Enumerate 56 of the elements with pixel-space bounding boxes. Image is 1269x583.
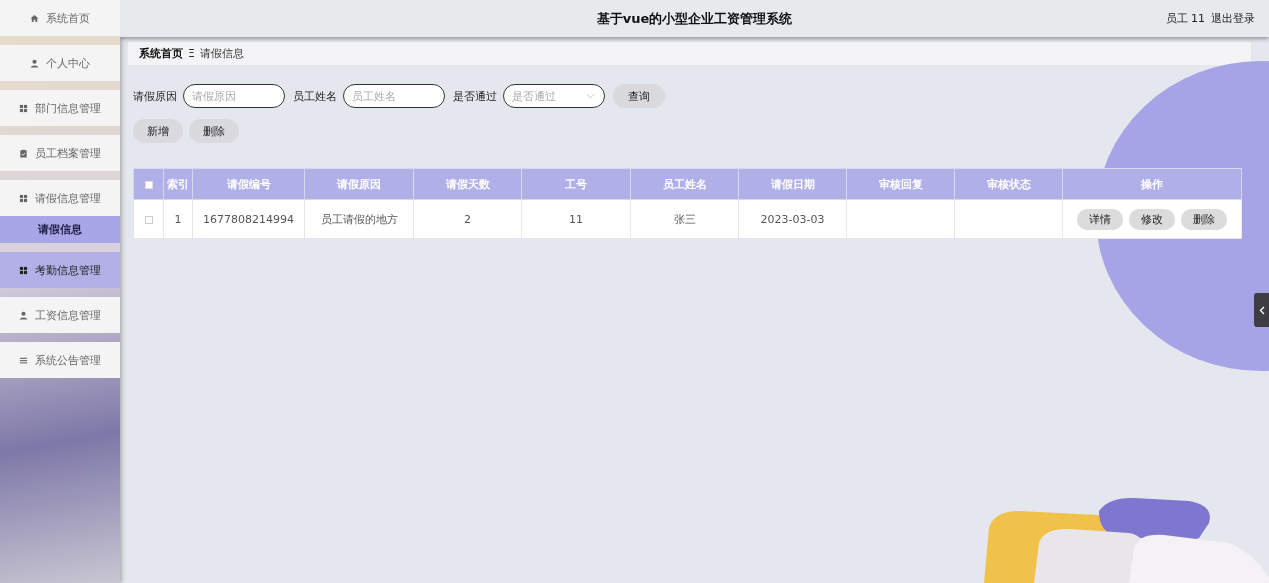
grid-icon <box>19 265 28 275</box>
sidebar-item[interactable]: 工资信息管理 <box>0 297 120 333</box>
row-checkbox[interactable] <box>144 215 153 224</box>
column-header: 员工姓名 <box>630 168 739 200</box>
column-header: 操作 <box>1062 168 1242 200</box>
person-icon <box>19 310 28 320</box>
table-cell: 2023-03-03 <box>738 199 847 239</box>
table-cell: 1677808214994 <box>192 199 305 239</box>
home-icon <box>30 13 39 23</box>
table-cell: 张三 <box>630 199 739 239</box>
row-action-button[interactable]: 修改 <box>1129 208 1175 230</box>
breadcrumb-separator: Ξ <box>188 47 195 60</box>
sidebar-item[interactable]: 系统公告管理 <box>0 342 120 378</box>
add-button[interactable]: 新增 <box>133 119 183 143</box>
input-field[interactable]: 请假原因 <box>183 84 285 108</box>
search-button[interactable]: 查询 <box>613 84 665 108</box>
filter-label: 员工姓名 <box>293 88 337 104</box>
column-header: 请假编号 <box>192 168 305 200</box>
delete-button[interactable]: 删除 <box>189 119 239 143</box>
breadcrumb-item[interactable]: 请假信息 <box>199 46 244 61</box>
table-cell: 员工请假的地方 <box>304 199 414 239</box>
column-header: 请假日期 <box>738 168 847 200</box>
app-title: 基于vue的小型企业工资管理系统 <box>596 9 793 28</box>
row-action-button[interactable]: 删除 <box>1181 208 1227 230</box>
logout-link[interactable]: 退出登录 <box>1211 11 1255 26</box>
table-cell: 2 <box>413 199 522 239</box>
user-name: 员工 11 <box>1165 11 1205 26</box>
filter-label: 请假原因 <box>133 88 177 104</box>
sidebar-item[interactable]: 员工档案管理 <box>0 135 120 171</box>
table-cell: 1 <box>163 199 193 239</box>
collapse-handle[interactable] <box>1254 293 1269 327</box>
sidebar-item[interactable]: 个人中心 <box>0 45 120 81</box>
row-action-button[interactable]: 详情 <box>1077 208 1123 230</box>
menu-icon <box>19 355 28 365</box>
table-cell: 11 <box>521 199 631 239</box>
person-icon <box>30 58 39 68</box>
clipboard-icon <box>19 148 28 158</box>
sidebar-item[interactable]: 部门信息管理 <box>0 90 120 126</box>
column-header: 请假原因 <box>304 168 414 200</box>
breadcrumb-item[interactable]: 系统首页 <box>139 46 183 61</box>
column-header: 审核状态 <box>954 168 1063 200</box>
chevron-down-icon <box>586 93 595 99</box>
sidebar-item[interactable]: 请假信息管理 <box>0 180 120 216</box>
column-header: 审核回复 <box>846 168 955 200</box>
select-field[interactable]: 是否通过 <box>503 84 605 108</box>
filter-label: 是否通过 <box>453 88 497 104</box>
input-field[interactable]: 员工姓名 <box>343 84 445 108</box>
select-all-checkbox[interactable] <box>144 180 153 189</box>
grid-icon <box>19 193 28 203</box>
sidebar-item[interactable]: 考勤信息管理 <box>0 252 120 288</box>
column-header: 工号 <box>521 168 631 200</box>
column-header: 索引 <box>163 168 193 200</box>
sidebar-item[interactable]: 系统首页 <box>0 0 120 36</box>
column-header: 请假天数 <box>413 168 522 200</box>
sidebar-subitem[interactable]: 请假信息 <box>0 216 120 243</box>
grid-icon <box>19 103 28 113</box>
